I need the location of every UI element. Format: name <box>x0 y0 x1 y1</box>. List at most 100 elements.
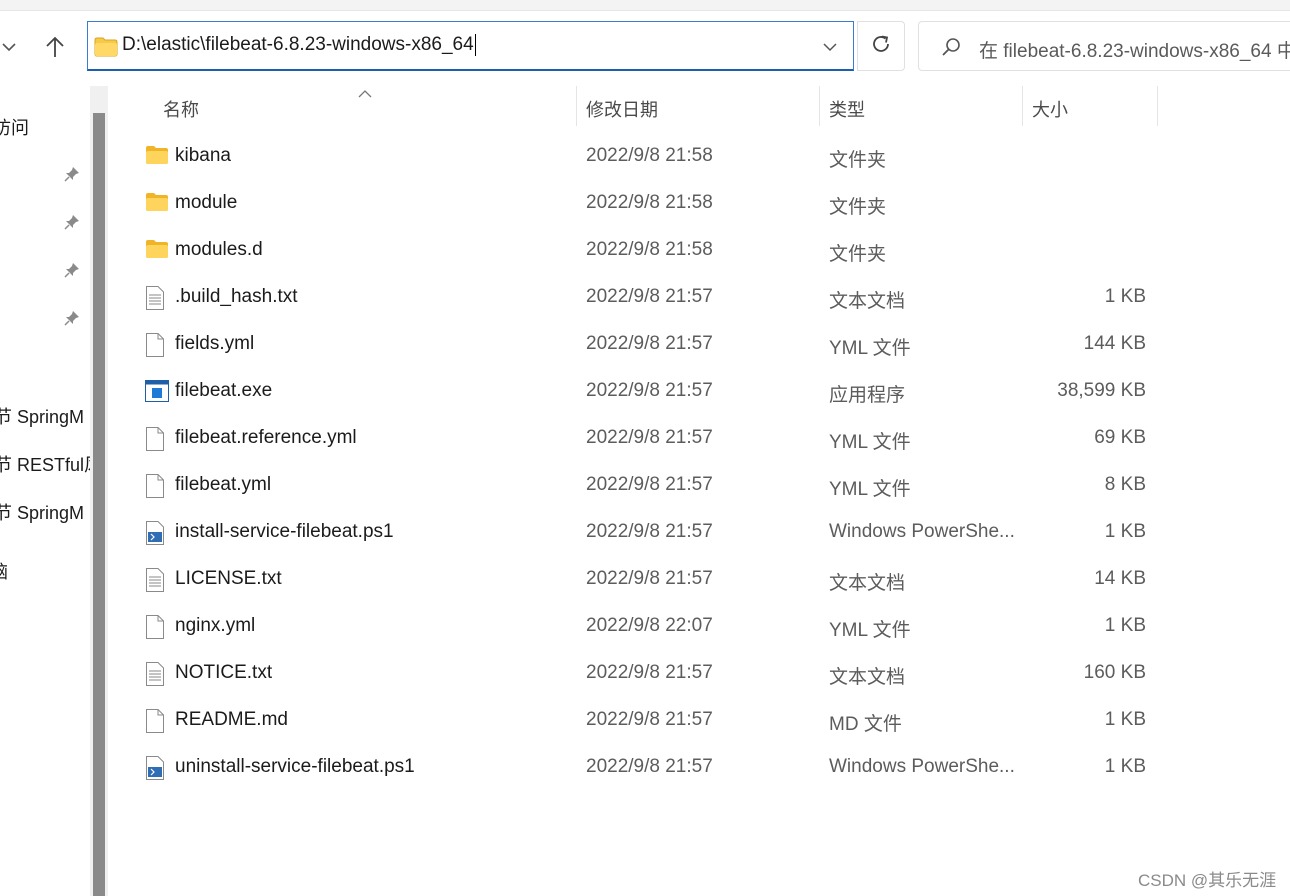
file-row[interactable]: filebeat.exe 2022/9/8 21:57 应用程序 38,599 KB <box>120 368 1160 415</box>
pin-icon <box>64 310 80 331</box>
file-row[interactable]: uninstall-service-filebeat.ps1 2022/9/8 2… <box>120 744 1160 791</box>
file-row[interactable]: kibana 2022/9/8 21:58 文件夹 <box>120 133 1160 180</box>
recent-locations-chevron-icon[interactable] <box>0 36 18 58</box>
file-modified-date: 2022/9/8 21:58 <box>586 192 713 213</box>
file-size: 38,599 KB <box>1057 380 1146 401</box>
file-name: README.md <box>175 709 288 730</box>
file-modified-date: 2022/9/8 21:57 <box>586 662 713 683</box>
column-divider[interactable] <box>1157 86 1158 126</box>
title-bar-strip <box>0 0 1290 11</box>
file-modified-date: 2022/9/8 22:07 <box>586 615 713 636</box>
file-type: MD 文件 <box>829 714 902 735</box>
file-name: filebeat.yml <box>175 474 272 495</box>
file-type: Windows PowerShe... <box>829 521 1015 542</box>
file-name: install-service-filebeat.ps1 <box>175 521 394 542</box>
file-size: 8 KB <box>1104 474 1146 495</box>
watermark: CSDN @其乐无涯 <box>1138 871 1277 890</box>
file-row[interactable]: .build_hash.txt 2022/9/8 21:57 文本文档 1 KB <box>120 274 1160 321</box>
blank-file-icon <box>145 615 165 644</box>
pin-icon <box>64 166 80 187</box>
file-size: 1 KB <box>1104 615 1146 636</box>
column-header-name[interactable]: 名称 <box>120 86 576 126</box>
nav-item-springm-2[interactable]: 节 SpringM <box>0 499 84 525</box>
refresh-button[interactable] <box>857 21 905 71</box>
text-file-icon <box>145 286 165 315</box>
column-header-size[interactable]: 大小 <box>1023 86 1157 126</box>
file-type: YML 文件 <box>829 620 911 641</box>
file-row[interactable]: README.md 2022/9/8 21:57 MD 文件 1 KB <box>120 697 1160 744</box>
powershell-file-icon <box>145 756 165 785</box>
file-row[interactable]: module 2022/9/8 21:58 文件夹 <box>120 180 1160 227</box>
file-modified-date: 2022/9/8 21:57 <box>586 427 713 448</box>
pin-icon <box>64 214 80 235</box>
search-icon <box>941 37 961 62</box>
refresh-icon <box>870 33 892 60</box>
nav-scrollbar-thumb[interactable] <box>93 113 105 896</box>
up-arrow-icon[interactable] <box>38 30 72 64</box>
file-type: YML 文件 <box>829 432 911 453</box>
file-name: filebeat.reference.yml <box>175 427 357 448</box>
file-name: NOTICE.txt <box>175 662 273 683</box>
file-type: 应用程序 <box>829 385 906 406</box>
text-file-icon <box>145 662 165 691</box>
nav-item-springm-1[interactable]: 节 SpringM <box>0 403 84 429</box>
folder-icon <box>145 239 169 264</box>
file-name: module <box>175 192 238 213</box>
column-header-modified[interactable]: 修改日期 <box>577 86 819 126</box>
file-name: uninstall-service-filebeat.ps1 <box>175 756 415 777</box>
pin-icon <box>64 262 80 283</box>
search-box[interactable]: 在 filebeat-6.8.23-windows-x86_64 中 <box>918 21 1290 71</box>
file-type: 文件夹 <box>829 244 887 265</box>
file-name: .build_hash.txt <box>175 286 298 307</box>
column-header-type[interactable]: 类型 <box>820 86 1022 126</box>
file-row[interactable]: fields.yml 2022/9/8 21:57 YML 文件 144 KB <box>120 321 1160 368</box>
file-name: modules.d <box>175 239 263 260</box>
file-size: 1 KB <box>1104 521 1146 542</box>
file-modified-date: 2022/9/8 21:57 <box>586 756 713 777</box>
file-row[interactable]: filebeat.yml 2022/9/8 21:57 YML 文件 8 KB <box>120 462 1160 509</box>
file-size: 69 KB <box>1094 427 1146 448</box>
file-modified-date: 2022/9/8 21:57 <box>586 474 713 495</box>
file-type: 文本文档 <box>829 573 906 594</box>
file-name: fields.yml <box>175 333 255 354</box>
nav-item-this-pc[interactable]: 脑 <box>0 558 8 584</box>
file-size: 1 KB <box>1104 756 1146 777</box>
file-name: filebeat.exe <box>175 380 273 401</box>
file-row[interactable]: NOTICE.txt 2022/9/8 21:57 文本文档 160 KB <box>120 650 1160 697</box>
address-dropdown-chevron-icon[interactable] <box>823 39 837 57</box>
file-type: Windows PowerShe... <box>829 756 1015 777</box>
file-modified-date: 2022/9/8 21:57 <box>586 568 713 589</box>
file-type: YML 文件 <box>829 479 911 500</box>
file-row[interactable]: modules.d 2022/9/8 21:58 文件夹 <box>120 227 1160 274</box>
powershell-file-icon <box>145 521 165 550</box>
file-type: 文本文档 <box>829 291 906 312</box>
nav-item-restful[interactable]: 节 RESTful风 <box>0 451 102 477</box>
file-type: 文件夹 <box>829 150 887 171</box>
file-type: 文本文档 <box>829 667 906 688</box>
file-name: LICENSE.txt <box>175 568 282 589</box>
exe-file-icon <box>145 380 169 407</box>
file-type: 文件夹 <box>829 197 887 218</box>
address-path[interactable]: D:\elastic\filebeat-6.8.23-windows-x86_6… <box>122 34 476 56</box>
file-size: 14 KB <box>1094 568 1146 589</box>
search-placeholder: 在 filebeat-6.8.23-windows-x86_64 中 <box>979 41 1290 62</box>
address-bar[interactable]: D:\elastic\filebeat-6.8.23-windows-x86_6… <box>87 21 854 71</box>
file-modified-date: 2022/9/8 21:58 <box>586 239 713 260</box>
blank-file-icon <box>145 333 165 362</box>
file-modified-date: 2022/9/8 21:57 <box>586 521 713 542</box>
file-size: 160 KB <box>1083 662 1146 683</box>
file-modified-date: 2022/9/8 21:58 <box>586 145 713 166</box>
blank-file-icon <box>145 474 165 503</box>
blank-file-icon <box>145 427 165 456</box>
file-modified-date: 2022/9/8 21:57 <box>586 333 713 354</box>
file-row[interactable]: install-service-filebeat.ps1 2022/9/8 21:… <box>120 509 1160 556</box>
file-size: 1 KB <box>1104 709 1146 730</box>
folder-icon <box>94 37 118 62</box>
file-row[interactable]: nginx.yml 2022/9/8 22:07 YML 文件 1 KB <box>120 603 1160 650</box>
file-row[interactable]: LICENSE.txt 2022/9/8 21:57 文本文档 14 KB <box>120 556 1160 603</box>
nav-item-quick-access[interactable]: 访问 <box>0 114 29 140</box>
file-modified-date: 2022/9/8 21:57 <box>586 709 713 730</box>
file-row[interactable]: filebeat.reference.yml 2022/9/8 21:57 YML … <box>120 415 1160 462</box>
file-modified-date: 2022/9/8 21:57 <box>586 380 713 401</box>
folder-icon <box>145 192 169 217</box>
